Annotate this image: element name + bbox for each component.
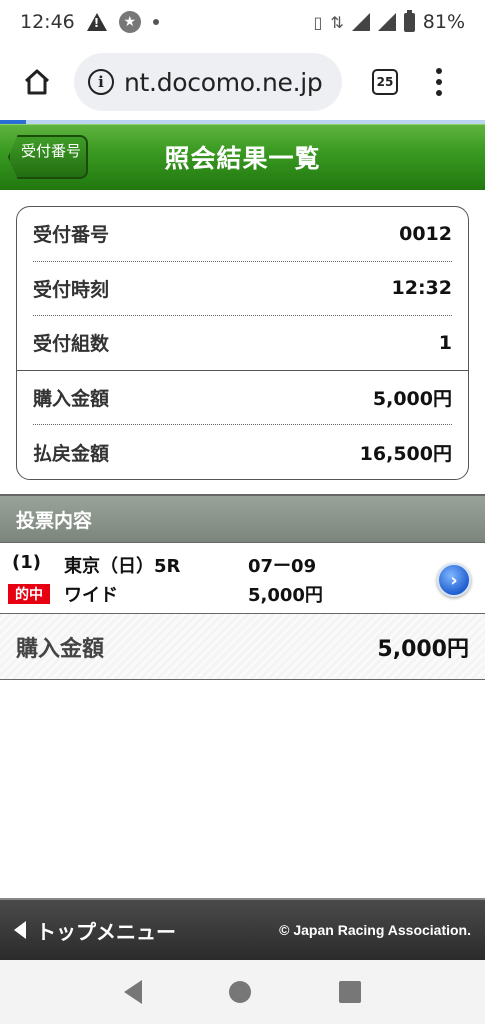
overflow-menu-icon[interactable] xyxy=(436,68,442,96)
home-circle-icon[interactable] xyxy=(229,981,252,1003)
summary-value: 0012 xyxy=(399,222,452,245)
bet-race: 東京（日）5R xyxy=(64,556,181,577)
summary-label: 受付組数 xyxy=(33,333,110,356)
summary-label: 購入金額 xyxy=(33,387,110,410)
summary-card: 受付番号 0012 受付時刻 12:32 受付組数 1 購入金額 5,000円 … xyxy=(16,206,469,480)
status-bar: 12:46 ★ ▯ ⇅ 81% xyxy=(0,0,485,44)
more-notifications-dot-icon xyxy=(152,19,159,25)
summary-label: 受付番号 xyxy=(33,224,110,247)
data-arrows-icon: ⇅ xyxy=(330,12,344,32)
battery-percent: 81% xyxy=(422,11,465,33)
summary-row-set-count: 受付組数 1 xyxy=(17,316,468,371)
url-text[interactable]: nt.docomo.ne.jp xyxy=(124,68,322,97)
total-label: 購入金額 xyxy=(16,636,105,662)
back-icon[interactable] xyxy=(123,980,142,1004)
summary-row-receipt-number: 受付番号 0012 xyxy=(33,207,452,262)
bet-line-type: 的中 ワイド 5,000円 xyxy=(8,581,323,607)
address-bar[interactable]: i nt.docomo.ne.jp xyxy=(74,53,342,111)
top-menu-link[interactable]: トップメニュー xyxy=(14,916,176,945)
vibrate-icon: ▯ xyxy=(313,12,323,32)
total-value: 5,000円 xyxy=(377,636,469,662)
bet-line-race: (1) 東京（日）5R 07ー09 xyxy=(12,552,316,578)
recent-apps-icon[interactable] xyxy=(339,981,362,1003)
tab-switcher-button[interactable]: 25 xyxy=(372,69,398,95)
arrow-left-icon xyxy=(14,921,26,939)
summary-value: 16,500円 xyxy=(359,442,452,465)
summary-row-purchase-amount: 購入金額 5,000円 xyxy=(33,371,452,425)
summary-label: 払戻金額 xyxy=(33,442,110,465)
summary-value: 1 xyxy=(438,331,452,354)
home-icon xyxy=(24,69,50,95)
summary-label: 受付時刻 xyxy=(33,278,110,301)
chevron-right-icon[interactable]: › xyxy=(437,563,471,597)
battery-icon xyxy=(403,9,415,32)
copyright-text: © Japan Racing Association. xyxy=(279,922,471,938)
home-button[interactable] xyxy=(0,52,74,112)
status-time: 12:46 xyxy=(20,11,75,33)
bet-index: (1) xyxy=(12,552,41,573)
page-header: 受付番号 照会結果一覧 xyxy=(0,124,485,190)
browser-toolbar: i nt.docomo.ne.jp 25 xyxy=(0,44,485,120)
cell-signal-icon xyxy=(377,13,396,31)
page-footer: トップメニュー © Japan Racing Association. xyxy=(0,898,485,960)
system-navigation-bar xyxy=(0,960,485,1024)
bet-numbers: 07ー09 xyxy=(248,556,317,577)
summary-row-payout-amount: 払戻金額 16,500円 xyxy=(33,425,452,480)
star-notification-icon: ★ xyxy=(118,11,141,33)
hit-badge: 的中 xyxy=(8,584,50,604)
bet-amount: 5,000円 xyxy=(248,585,323,606)
page-title: 照会結果一覧 xyxy=(164,144,321,173)
total-purchase-bar: 購入金額 5,000円 xyxy=(0,614,485,680)
section-header-bet-contents: 投票内容 xyxy=(0,494,485,542)
wifi-icon xyxy=(351,13,370,31)
site-info-icon[interactable]: i xyxy=(88,69,114,95)
warning-icon xyxy=(86,13,107,31)
summary-value: 12:32 xyxy=(391,277,452,300)
bet-type: ワイド xyxy=(64,585,118,606)
summary-value: 5,000円 xyxy=(372,387,452,410)
bet-list-item[interactable]: (1) 東京（日）5R 07ー09 的中 ワイド 5,000円 › xyxy=(0,542,485,614)
summary-row-receipt-time: 受付時刻 12:32 xyxy=(33,262,452,316)
top-menu-label: トップメニュー xyxy=(36,919,176,944)
